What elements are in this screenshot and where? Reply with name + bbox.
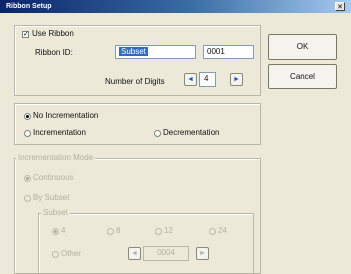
subset-12-radio[interactable] — [155, 228, 162, 235]
subset-group — [38, 213, 254, 274]
use-ribbon-label[interactable]: Use Ribbon — [32, 29, 74, 38]
subset-legend: Subset — [41, 208, 70, 217]
ok-button[interactable]: OK — [268, 34, 337, 60]
by-subset-label[interactable]: By Subset — [33, 193, 69, 202]
incrementation-label[interactable]: Incrementation — [33, 128, 86, 137]
no-incrementation-radio[interactable] — [24, 113, 31, 120]
subset-4-label[interactable]: 4 — [61, 226, 65, 235]
subset-12-label[interactable]: 12 — [164, 226, 173, 235]
cancel-button[interactable]: Cancel — [268, 64, 337, 89]
no-incrementation-label[interactable]: No Incrementation — [33, 111, 98, 120]
subset-other-input[interactable]: 0004 — [143, 246, 189, 261]
digits-decrease-button[interactable]: ◄ — [184, 73, 197, 86]
continuous-radio[interactable] — [24, 175, 31, 182]
number-of-digits-label: Number of Digits — [105, 77, 165, 86]
subset-8-label[interactable]: 8 — [116, 226, 120, 235]
continuous-label[interactable]: Continuous — [33, 173, 73, 182]
ribbon-number-input[interactable]: 0001 — [203, 45, 254, 59]
digits-input[interactable]: 4 — [199, 72, 216, 87]
subset-increase-button[interactable]: ► — [196, 247, 209, 260]
subset-24-radio[interactable] — [209, 228, 216, 235]
decrementation-radio[interactable] — [154, 130, 161, 137]
subset-24-label[interactable]: 24 — [218, 226, 227, 235]
title-bar: Ribbon Setup ✕ — [0, 0, 351, 13]
ribbon-id-value: Subset — [119, 47, 148, 56]
incrementation-panel — [14, 103, 261, 145]
subset-8-radio[interactable] — [107, 228, 114, 235]
digits-increase-button[interactable]: ► — [230, 73, 243, 86]
ribbon-id-input[interactable]: Subset — [115, 45, 196, 59]
subset-decrease-button[interactable]: ◄ — [128, 247, 141, 260]
incrementation-mode-legend: Incrementation Mode — [16, 153, 96, 162]
subset-other-radio[interactable] — [52, 251, 59, 258]
by-subset-radio[interactable] — [24, 195, 31, 202]
window-title: Ribbon Setup — [6, 3, 52, 10]
ribbon-id-label: Ribbon ID: — [35, 48, 73, 57]
use-ribbon-checkbox[interactable]: ✓ — [22, 31, 29, 38]
subset-other-label[interactable]: Other — [61, 249, 81, 258]
close-icon[interactable]: ✕ — [335, 2, 345, 11]
subset-4-radio[interactable] — [52, 228, 59, 235]
decrementation-label[interactable]: Decrementation — [163, 128, 219, 137]
incrementation-radio[interactable] — [24, 130, 31, 137]
